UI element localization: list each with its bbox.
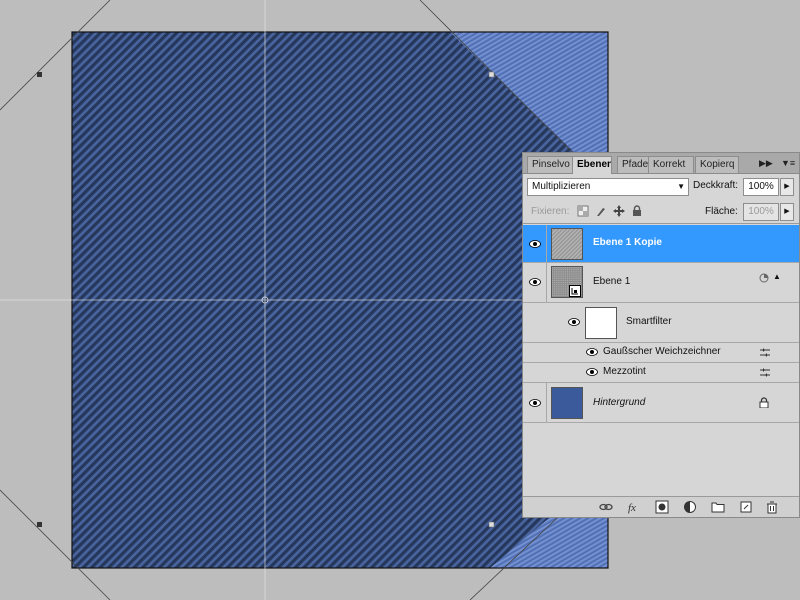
opacity-label: Deckkraft:: [693, 180, 739, 191]
layer-row-ebene-1-kopie[interactable]: Ebene 1 Kopie: [523, 225, 799, 263]
eye-icon[interactable]: [529, 278, 541, 286]
filter-row-mezzotint[interactable]: Mezzotint: [523, 363, 799, 383]
panel-menu-icon[interactable]: ▼≡: [781, 155, 795, 171]
fill-slider-toggle[interactable]: ▶: [780, 203, 794, 221]
lock-all-icon[interactable]: [631, 205, 643, 217]
link-icon[interactable]: [599, 500, 613, 514]
layer-thumbnail: [551, 228, 583, 260]
layer-thumbnail: [551, 387, 583, 419]
panel-bottom-toolbar: fx: [523, 496, 799, 517]
svg-text:fx: fx: [628, 502, 636, 514]
eye-icon[interactable]: [586, 348, 598, 356]
fill-input[interactable]: 100%: [743, 203, 779, 221]
lock-position-icon[interactable]: [613, 205, 625, 217]
blend-mode-select[interactable]: Multiplizieren ▼: [527, 178, 689, 196]
layers-list: Ebene 1 Kopie Ebene 1 ▲ Smartfilter Gauß…: [523, 225, 799, 499]
fill-label: Fläche:: [705, 206, 738, 217]
tab-pinselvorgaben[interactable]: Pinselvo: [527, 156, 573, 173]
layer-row-smartfilter[interactable]: Smartfilter: [523, 303, 799, 343]
filter-blending-options-icon[interactable]: [759, 347, 771, 358]
lock-label: Fixieren:: [531, 206, 570, 217]
tab-korrekturen[interactable]: Korrekt: [648, 156, 694, 173]
lock-pixels-icon[interactable]: [595, 205, 607, 217]
eye-icon[interactable]: [529, 399, 541, 407]
smart-object-icon: [569, 285, 581, 297]
tab-ebenen[interactable]: Ebenen: [572, 156, 612, 174]
expand-tabs-icon[interactable]: ▶▶: [759, 155, 773, 171]
layer-name: Ebene 1: [593, 276, 631, 287]
collapse-effects-icon[interactable]: ▲: [773, 272, 781, 281]
smart-filter-indicator-icon: [759, 273, 769, 283]
filter-name: Mezzotint: [603, 366, 646, 377]
layer-name: Hintergrund: [593, 397, 646, 408]
tab-pfade[interactable]: Pfade: [617, 156, 649, 173]
panel-tabbar: Pinselvo Ebenen Pfade Korrekt Kopierq ▶▶…: [523, 153, 799, 174]
folder-icon[interactable]: [711, 500, 725, 514]
layer-row-ebene-1[interactable]: Ebene 1 ▲: [523, 263, 799, 303]
layer-name: Smartfilter: [626, 316, 672, 327]
eye-icon[interactable]: [568, 318, 580, 326]
opacity-input[interactable]: 100%: [743, 178, 779, 196]
filter-name: Gaußscher Weichzeichner: [603, 346, 721, 357]
layer-row-hintergrund[interactable]: Hintergrund: [523, 383, 799, 423]
fx-icon[interactable]: fx: [627, 500, 641, 514]
filter-row-gaussian-blur[interactable]: Gaußscher Weichzeichner: [523, 343, 799, 363]
new-layer-icon[interactable]: [739, 500, 753, 514]
eye-icon[interactable]: [586, 368, 598, 376]
adjustment-icon[interactable]: [683, 500, 697, 514]
chevron-down-icon: ▼: [677, 182, 685, 191]
lock-icon: [759, 397, 769, 408]
lock-transparency-icon[interactable]: [577, 205, 589, 217]
tab-kopierquelle[interactable]: Kopierq: [695, 156, 739, 173]
transform-handle[interactable]: [488, 521, 495, 528]
blend-mode-value: Multiplizieren: [532, 181, 591, 192]
layers-panel: Pinselvo Ebenen Pfade Korrekt Kopierq ▶▶…: [522, 152, 800, 518]
transform-handle[interactable]: [37, 522, 42, 527]
transform-handle[interactable]: [488, 71, 495, 78]
filter-blending-options-icon[interactable]: [759, 367, 771, 378]
layer-name: Ebene 1 Kopie: [593, 237, 662, 248]
eye-icon[interactable]: [529, 240, 541, 248]
trash-icon[interactable]: [765, 500, 779, 514]
mask-icon[interactable]: [655, 500, 669, 514]
transform-handle[interactable]: [37, 72, 42, 77]
opacity-slider-toggle[interactable]: ▶: [780, 178, 794, 196]
filter-mask-thumbnail: [585, 307, 617, 339]
